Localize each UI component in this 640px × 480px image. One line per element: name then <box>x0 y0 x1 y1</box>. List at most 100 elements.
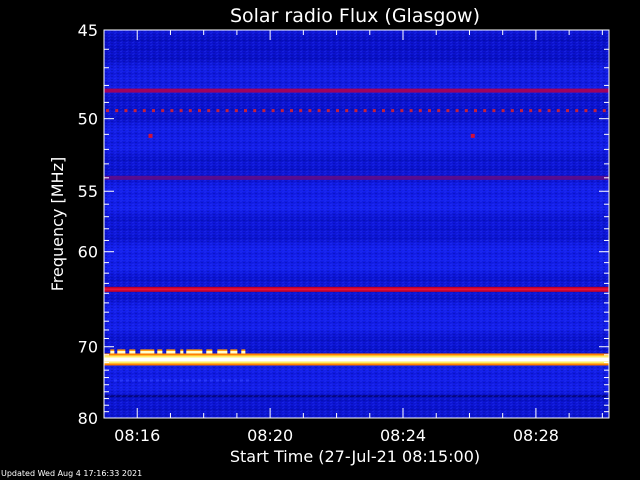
emission-band <box>363 109 367 113</box>
emission-band <box>185 379 189 382</box>
emission-band <box>253 109 257 113</box>
emission-band <box>198 109 201 113</box>
x-tick-label: 08:16 <box>114 426 160 445</box>
emission-band <box>167 379 171 382</box>
emission-band <box>483 109 487 113</box>
emission-band <box>437 109 441 113</box>
x-tick-label: 08:20 <box>247 426 293 445</box>
emission-band <box>230 350 238 354</box>
emission-band <box>391 109 395 113</box>
emission-band <box>209 379 213 382</box>
emission-band <box>149 379 153 382</box>
emission-band <box>166 350 176 354</box>
y-tick-label: 45 <box>78 21 98 40</box>
emission-band <box>575 109 579 113</box>
y-axis-label: Frequency [MHz] <box>48 157 67 291</box>
emission-band <box>216 109 220 113</box>
emission-band <box>234 109 238 113</box>
emission-band <box>203 379 207 382</box>
update-timestamp: Updated Wed Aug 4 17:16:33 2021 <box>1 469 143 478</box>
emission-band <box>308 109 312 113</box>
y-tick-label: 70 <box>78 338 98 357</box>
emission-band <box>124 109 128 113</box>
x-axis-label: Start Time (27-Jul-21 08:15:00) <box>230 447 480 466</box>
emission-band <box>556 109 560 113</box>
emission-band <box>501 109 505 113</box>
emission-band <box>345 109 349 113</box>
emission-band <box>115 109 119 113</box>
emission-band <box>280 109 284 113</box>
emission-band <box>104 357 609 362</box>
x-tick-label: 08:24 <box>380 426 426 445</box>
emission-band <box>186 350 203 354</box>
emission-band <box>104 288 609 291</box>
chart-title: Solar radio Flux (Glasgow) <box>230 5 480 27</box>
emission-band <box>131 379 135 382</box>
emission-band <box>584 109 588 113</box>
emission-band <box>125 379 129 382</box>
emission-band <box>382 109 385 113</box>
emission-band <box>225 109 229 113</box>
emission-band <box>170 109 174 113</box>
y-tick-label: 60 <box>78 243 98 262</box>
emission-band <box>446 109 450 113</box>
emission-band <box>197 379 201 382</box>
emission-band <box>179 109 183 113</box>
emission-band <box>464 109 468 113</box>
emission-band <box>110 350 115 354</box>
emission-band <box>119 379 123 382</box>
emission-band <box>207 109 211 113</box>
emission-band <box>188 109 192 113</box>
point-source <box>148 133 153 138</box>
emission-band <box>271 109 275 113</box>
emission-band <box>155 379 159 382</box>
emission-band <box>520 109 523 113</box>
emission-band <box>215 379 219 382</box>
emission-band <box>106 109 109 113</box>
spectrogram-chart: Solar radio Flux (Glasgow) 455055607080 … <box>48 5 610 466</box>
emission-band <box>566 109 569 113</box>
point-source <box>470 133 475 138</box>
emission-band <box>299 109 303 113</box>
emission-band <box>143 379 147 382</box>
emission-band <box>133 109 137 113</box>
emission-band <box>104 175 609 180</box>
emission-band <box>191 379 195 382</box>
y-tick-label: 55 <box>78 182 98 201</box>
emission-band <box>474 109 477 113</box>
emission-band <box>529 109 533 113</box>
emission-band <box>409 109 413 113</box>
emission-band <box>400 109 404 113</box>
emission-band <box>233 379 237 382</box>
emission-band <box>602 109 606 113</box>
emission-band <box>140 350 155 354</box>
emission-band <box>221 379 225 382</box>
emission-band <box>290 109 293 113</box>
emission-band <box>157 350 163 354</box>
emission-band <box>142 109 146 113</box>
emission-band <box>113 379 117 382</box>
emission-band <box>129 350 136 354</box>
emission-band <box>206 350 213 354</box>
emission-band <box>179 379 183 382</box>
emission-band <box>137 379 141 382</box>
emission-band <box>241 350 246 354</box>
emission-band <box>354 109 358 113</box>
emission-band <box>227 379 231 382</box>
emission-band <box>547 109 551 113</box>
emission-band <box>244 109 247 113</box>
emission-band <box>262 109 266 113</box>
plot-area <box>104 30 609 418</box>
emission-band <box>593 109 597 113</box>
emission-band <box>510 109 514 113</box>
emission-band <box>538 109 542 113</box>
y-tick-label: 50 <box>78 110 98 129</box>
emission-band <box>455 109 459 113</box>
emission-band <box>336 109 339 113</box>
emission-band <box>492 109 496 113</box>
emission-band <box>161 109 165 113</box>
emission-band <box>239 379 243 382</box>
emission-band <box>326 109 330 113</box>
emission-band <box>372 109 376 113</box>
emission-band <box>161 379 165 382</box>
